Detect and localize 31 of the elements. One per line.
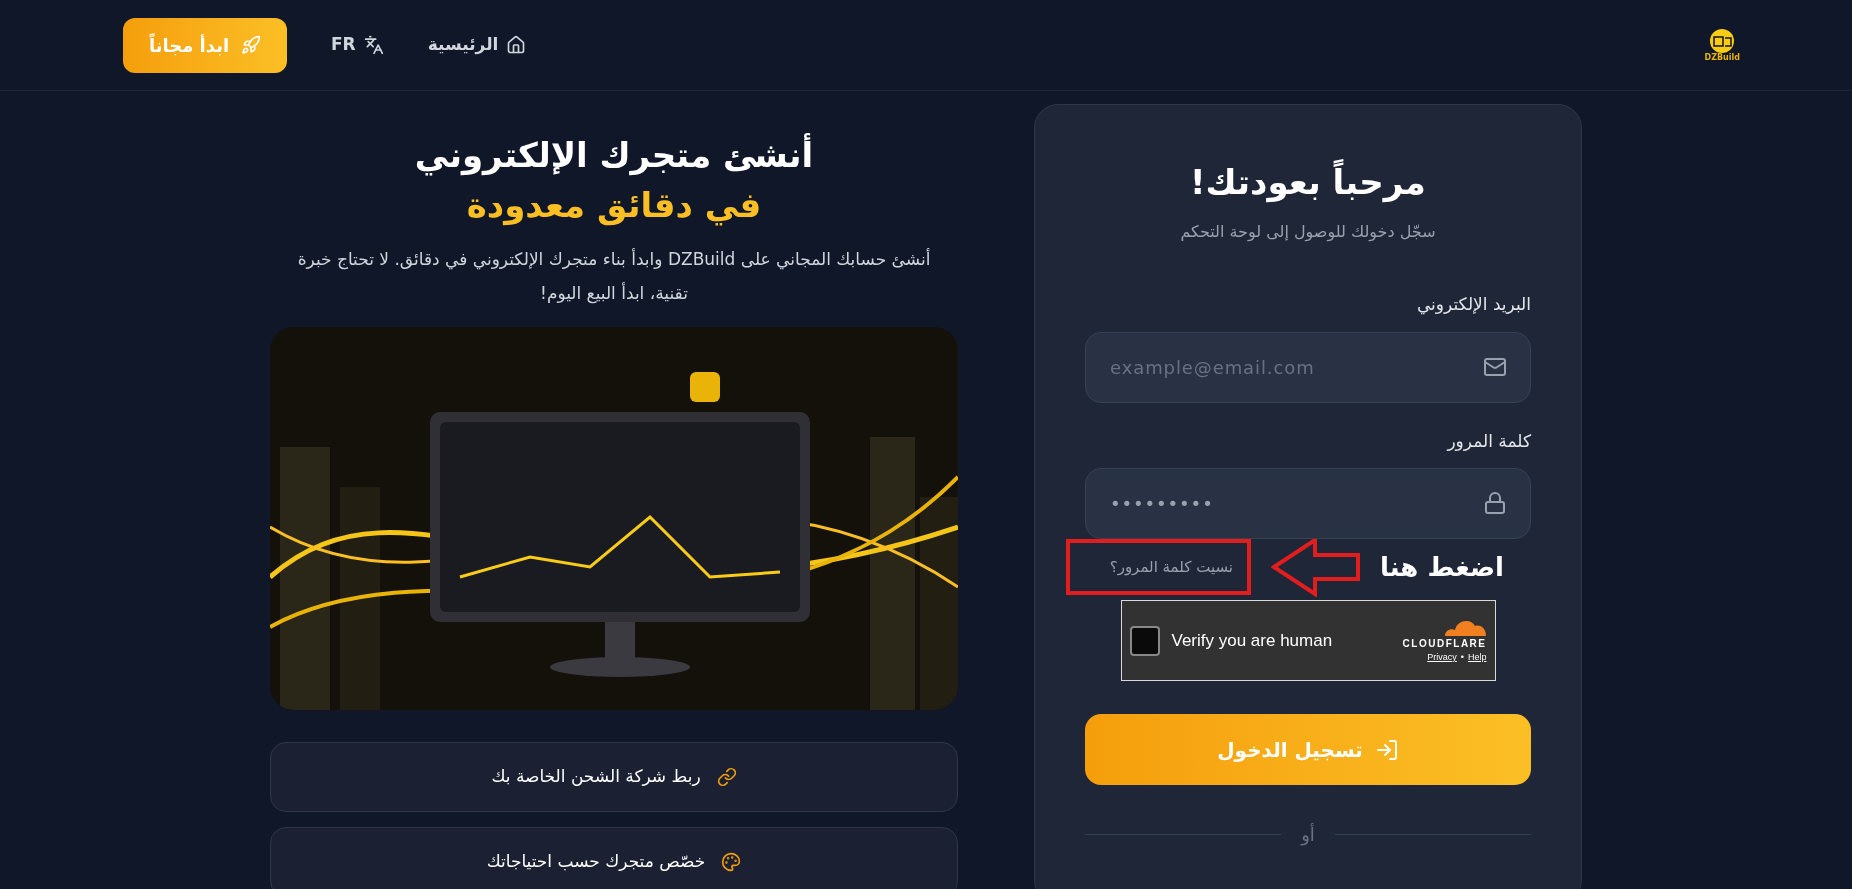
hero-description: أنشئ حسابك المجاني على DZBuild وابدأ بناء متجرك الإلكتروني في دقائق. لا تحتاج خبرة تقنية، ابدأ البيع اليوم! [296,247,932,306]
field-label: كلمة المرور [1445,429,1531,453]
logo-text: DZBuild [1704,54,1740,62]
lock-icon [1483,491,1507,515]
hero-title: أنشئ متجرك الإلكتروني [414,132,814,178]
welcome-title: مرحباً بعودتك! [1085,157,1531,208]
feature-text: خصّص متجرك حسب احتياجاتك [486,850,706,874]
brand-name: CLOUDFLARE [1402,637,1487,652]
nav-link[interactable]: الرئيسية [427,32,527,58]
rocket-icon [241,35,262,55]
nav-link[interactable]: FR [331,32,384,58]
welcome-subtitle: سجّل دخولك للوصول إلى لوحة التحكم [1179,221,1437,244]
link-icon [716,767,737,787]
captcha-label: Verify you are human [1171,629,1333,652]
home-icon [506,35,527,55]
logo[interactable]: DZBuild [1704,28,1740,62]
feature-text: ربط شركة الشحن الخاصة بك [491,765,701,789]
password-field[interactable]: ••••••••• [1085,468,1531,539]
captcha-checkbox[interactable] [1129,625,1160,656]
email-field[interactable]: example@email.com [1085,331,1531,403]
translate-icon [363,35,384,55]
field-label: البريد الإلكتروني [1415,293,1531,317]
arrow-icon [1271,537,1360,597]
palette-icon [721,852,742,872]
help-link[interactable]: Help [1468,651,1487,665]
divider-text: أو [1301,822,1315,848]
privacy-link[interactable]: Privacy [1427,651,1457,665]
link-separator: • [1460,651,1464,665]
annotation-text: اضغط هنا [1380,550,1504,584]
hero-highlight: في دقائق معدودة [466,184,762,228]
login-icon [1374,737,1399,762]
